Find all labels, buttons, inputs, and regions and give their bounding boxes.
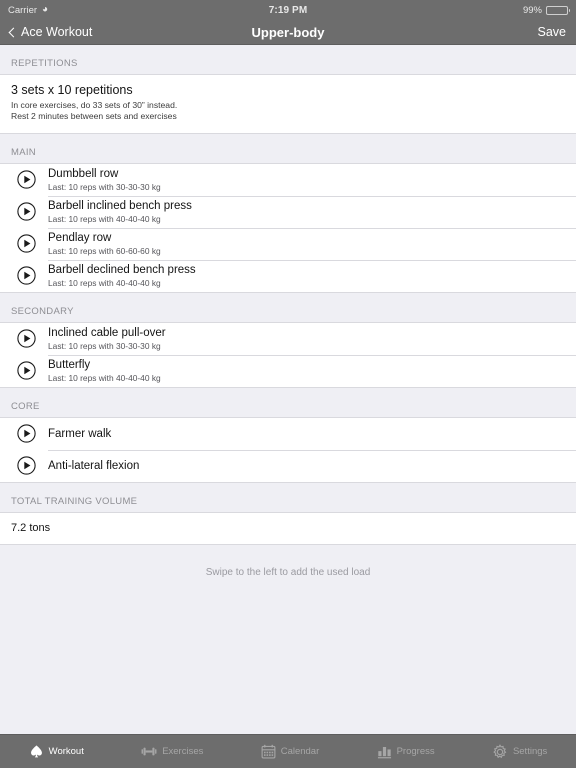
row-text: Barbell declined bench press Last: 10 re… bbox=[44, 263, 196, 288]
exercise-title: Farmer walk bbox=[48, 427, 112, 440]
row-text: Farmer walk bbox=[44, 427, 111, 441]
total-volume-value: 7.2 tons bbox=[11, 521, 51, 534]
exercise-title: Pendlay row bbox=[48, 232, 112, 245]
status-bar: Carrier ◕ 7:19 PM 99% bbox=[0, 0, 576, 20]
tab-label-progress: Progress bbox=[396, 746, 435, 757]
tab-exercises[interactable]: Exercises bbox=[141, 744, 203, 759]
battery-percent-label: 99% bbox=[522, 4, 542, 16]
exercise-subtitle: Last: 10 reps with 30-30-30 kg bbox=[48, 341, 161, 352]
battery-icon bbox=[546, 5, 570, 15]
row-text: Anti-lateral flexion bbox=[44, 459, 139, 473]
tab-label-exercises: Exercises bbox=[162, 746, 204, 757]
repetitions-card: 3 sets x 10 repetitions In core exercise… bbox=[0, 74, 576, 134]
app-screen: Carrier ◕ 7:19 PM 99% Ace Workout Upper-… bbox=[0, 0, 576, 768]
tab-calendar[interactable]: Calendar bbox=[261, 744, 320, 759]
tab-progress[interactable]: Progress bbox=[377, 744, 435, 759]
exercise-title: Inclined cable pull-over bbox=[48, 327, 166, 340]
exercise-subtitle: Last: 10 reps with 40-40-40 kg bbox=[48, 214, 161, 225]
repetitions-row: 3 sets x 10 repetitions In core exercise… bbox=[0, 75, 576, 133]
status-time: 7:19 PM bbox=[268, 4, 308, 16]
core-exercises-card: Farmer walk Anti-lateral flexion bbox=[0, 416, 576, 483]
play-icon[interactable] bbox=[8, 170, 44, 189]
save-button[interactable]: Save bbox=[538, 25, 567, 39]
workout-list[interactable]: REPETITIONS 3 sets x 10 repetitions In c… bbox=[0, 45, 576, 734]
spade-icon bbox=[29, 744, 44, 759]
table-row[interactable]: Pendlay row Last: 10 reps with 60-60-60 … bbox=[0, 227, 576, 260]
table-row[interactable]: Butterfly Last: 10 reps with 40-40-40 kg bbox=[0, 354, 576, 387]
exercise-title: Dumbbell row bbox=[48, 168, 119, 181]
exercise-title: Barbell declined bench press bbox=[48, 264, 196, 277]
table-row[interactable]: Dumbbell row Last: 10 reps with 30-30-30… bbox=[0, 163, 576, 196]
table-row[interactable]: Inclined cable pull-over Last: 10 reps w… bbox=[0, 322, 576, 355]
status-right: 99% bbox=[522, 4, 570, 16]
table-row[interactable]: Barbell inclined bench press Last: 10 re… bbox=[0, 195, 576, 228]
repetitions-title: 3 sets x 10 repetitions bbox=[11, 83, 133, 97]
table-row[interactable]: Anti-lateral flexion bbox=[0, 449, 576, 482]
tab-settings[interactable]: Settings bbox=[492, 743, 548, 760]
exercise-subtitle: Last: 10 reps with 30-30-30 kg bbox=[48, 182, 161, 193]
exercise-title: Butterfly bbox=[48, 359, 91, 372]
section-header-total-volume: TOTAL TRAINING VOLUME bbox=[0, 482, 576, 512]
exercise-title: Barbell inclined bench press bbox=[48, 200, 192, 213]
back-button[interactable]: Ace Workout bbox=[8, 25, 93, 39]
exercise-subtitle: Last: 10 reps with 60-60-60 kg bbox=[48, 246, 161, 257]
repetitions-note-2: Rest 2 minutes between sets and exercise… bbox=[11, 111, 177, 122]
bar-chart-icon bbox=[377, 744, 392, 759]
exercise-title: Anti-lateral flexion bbox=[48, 459, 140, 472]
play-icon[interactable] bbox=[8, 361, 44, 380]
row-text: Butterfly Last: 10 reps with 40-40-40 kg bbox=[44, 358, 161, 383]
repetitions-note-1: In core exercises, do 33 sets of 30” ins… bbox=[11, 100, 178, 110]
gear-icon bbox=[492, 743, 508, 760]
calendar-icon bbox=[261, 744, 276, 759]
play-icon[interactable] bbox=[8, 266, 44, 285]
tab-label-calendar: Calendar bbox=[280, 746, 320, 757]
main-exercises-card: Dumbbell row Last: 10 reps with 30-30-30… bbox=[0, 162, 576, 293]
secondary-exercises-card: Inclined cable pull-over Last: 10 reps w… bbox=[0, 321, 576, 388]
tab-label-settings: Settings bbox=[512, 746, 548, 757]
total-volume-card: 7.2 tons bbox=[0, 511, 576, 545]
play-icon[interactable] bbox=[8, 456, 44, 475]
exercise-subtitle: Last: 10 reps with 40-40-40 kg bbox=[48, 373, 161, 384]
chevron-left-icon bbox=[8, 27, 19, 37]
section-header-core: CORE bbox=[0, 387, 576, 417]
play-icon[interactable] bbox=[8, 234, 44, 253]
back-button-label: Ace Workout bbox=[21, 25, 93, 39]
section-header-repetitions: REPETITIONS bbox=[0, 45, 576, 74]
play-icon[interactable] bbox=[8, 202, 44, 221]
section-header-main: MAIN bbox=[0, 133, 576, 163]
play-icon[interactable] bbox=[8, 424, 44, 443]
tab-label-workout: Workout bbox=[48, 746, 84, 757]
table-row[interactable]: Farmer walk bbox=[0, 417, 576, 450]
exercise-subtitle: Last: 10 reps with 40-40-40 kg bbox=[48, 278, 161, 289]
row-text: Inclined cable pull-over Last: 10 reps w… bbox=[44, 326, 166, 351]
play-icon[interactable] bbox=[8, 329, 44, 348]
swipe-hint: Swipe to the left to add the used load bbox=[205, 566, 371, 578]
tab-workout[interactable]: Workout bbox=[29, 744, 84, 759]
section-header-secondary: SECONDARY bbox=[0, 292, 576, 322]
navigation-bar: Ace Workout Upper-body Save bbox=[0, 20, 576, 45]
row-text: Barbell inclined bench press Last: 10 re… bbox=[44, 199, 192, 224]
row-text: Dumbbell row Last: 10 reps with 30-30-30… bbox=[44, 167, 161, 192]
table-row[interactable]: Barbell declined bench press Last: 10 re… bbox=[0, 259, 576, 292]
dumbbell-icon bbox=[141, 744, 157, 759]
tab-bar: Workout Exercises Calendar Progress Sett… bbox=[0, 734, 576, 768]
row-text: Pendlay row Last: 10 reps with 60-60-60 … bbox=[44, 231, 161, 256]
